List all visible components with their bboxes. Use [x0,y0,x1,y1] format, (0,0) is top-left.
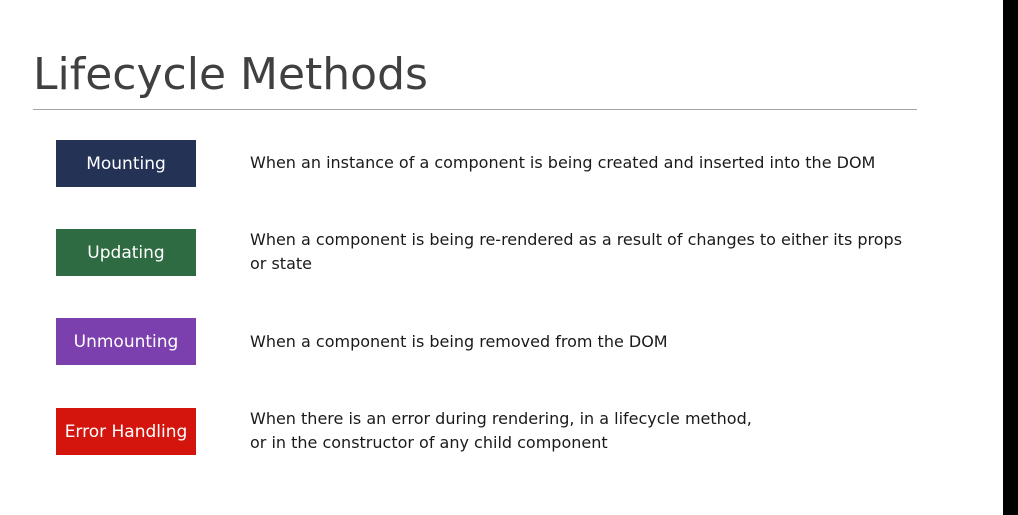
error-handling-badge: Error Handling [56,408,196,455]
unmounting-description: When a component is being removed from t… [250,330,940,354]
error-handling-description-line-1: When there is an error during rendering,… [250,409,752,428]
unmounting-badge: Unmounting [56,318,196,365]
updating-description: When a component is being re-rendered as… [250,228,940,276]
window-edge [1003,0,1018,515]
mounting-description: When an instance of a component is being… [250,151,940,175]
error-handling-description: When there is an error during rendering,… [250,407,940,455]
error-handling-description-line-2: or in the constructor of any child compo… [250,433,608,452]
unmounting-description-line-1: When a component is being removed from t… [250,332,668,351]
slide-title: Lifecycle Methods [33,49,428,100]
updating-description-line-2: or state [250,254,312,273]
title-divider [33,109,917,110]
slide: Lifecycle Methods Mounting When an insta… [0,0,1003,515]
mounting-badge: Mounting [56,140,196,187]
mounting-description-line-1: When an instance of a component is being… [250,153,876,172]
updating-badge: Updating [56,229,196,276]
updating-description-line-1: When a component is being re-rendered as… [250,230,903,249]
